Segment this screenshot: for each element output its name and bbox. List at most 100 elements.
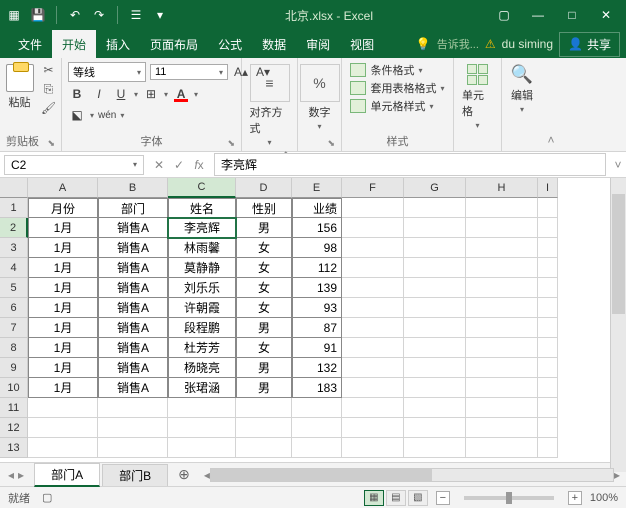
cell[interactable]: 132 [292, 358, 342, 378]
cell[interactable]: 女 [236, 238, 292, 258]
cell[interactable]: 销售A [98, 238, 168, 258]
cell[interactable]: 销售A [98, 318, 168, 338]
name-box[interactable]: C2▾ [4, 155, 144, 175]
cell[interactable] [466, 398, 538, 418]
cell[interactable]: 销售A [98, 358, 168, 378]
tab-insert[interactable]: 插入 [96, 30, 140, 58]
cell[interactable] [538, 278, 558, 298]
row-header[interactable]: 8 [0, 338, 28, 358]
cell[interactable] [466, 418, 538, 438]
tab-formula[interactable]: 公式 [208, 30, 252, 58]
cell[interactable] [236, 438, 292, 458]
cells-button[interactable]: 单元格 ▾ [460, 62, 495, 132]
cell[interactable]: 156 [292, 218, 342, 238]
cell[interactable]: 杜芳芳 [168, 338, 236, 358]
minimize-icon[interactable]: — [524, 3, 552, 27]
share-button[interactable]: 👤 共享 [559, 32, 620, 57]
cell[interactable] [28, 438, 98, 458]
clipboard-expand-icon[interactable]: ⬊ [47, 138, 55, 149]
edit-button[interactable]: 🔍 编辑 ▾ [509, 62, 535, 116]
cell[interactable] [342, 358, 404, 378]
cell[interactable] [404, 298, 466, 318]
cell[interactable] [466, 318, 538, 338]
cell[interactable]: 男 [236, 218, 292, 238]
row-header[interactable]: 12 [0, 418, 28, 438]
cell[interactable]: 98 [292, 238, 342, 258]
cell[interactable]: 销售A [98, 298, 168, 318]
conditional-format-button[interactable]: 条件格式▾ [350, 62, 444, 78]
cell[interactable]: 1月 [28, 278, 98, 298]
font-size-select[interactable]: 11▾ [150, 64, 228, 80]
cell[interactable] [28, 418, 98, 438]
row-header[interactable]: 1 [0, 198, 28, 218]
cell[interactable] [292, 398, 342, 418]
cell[interactable] [342, 338, 404, 358]
tab-file[interactable]: 文件 [8, 30, 52, 58]
view-normal-icon[interactable]: ▦ [364, 490, 384, 506]
cell[interactable]: 139 [292, 278, 342, 298]
cell[interactable]: 男 [236, 378, 292, 398]
cell[interactable]: 女 [236, 258, 292, 278]
tab-view[interactable]: 视图 [340, 30, 384, 58]
cell[interactable]: 销售A [98, 258, 168, 278]
cell[interactable] [404, 318, 466, 338]
font-expand-icon[interactable]: ⬊ [227, 138, 235, 149]
alignment-button[interactable]: ≡ 对齐方式 ▾ [248, 62, 292, 149]
zoom-in-button[interactable]: + [568, 491, 582, 505]
cell[interactable]: 1月 [28, 378, 98, 398]
cell[interactable] [404, 198, 466, 218]
row-header[interactable]: 13 [0, 438, 28, 458]
phonetic-button[interactable]: wén [98, 106, 116, 124]
cell[interactable]: 张珺涵 [168, 378, 236, 398]
number-button[interactable]: % 数字 ▾ [298, 62, 342, 133]
row-header[interactable]: 11 [0, 398, 28, 418]
cell[interactable]: 月份 [28, 198, 98, 218]
cut-icon[interactable]: ✂ [40, 62, 58, 78]
row-header[interactable]: 2 [0, 218, 28, 238]
cell[interactable]: 1月 [28, 358, 98, 378]
view-page-break-icon[interactable]: ▧ [408, 490, 428, 506]
cell[interactable]: 姓名 [168, 198, 236, 218]
cell[interactable] [404, 338, 466, 358]
bold-button[interactable]: B [68, 85, 86, 103]
fill-color-button[interactable]: ⬕ [68, 106, 86, 124]
underline-button[interactable]: U [112, 85, 130, 103]
cell[interactable]: 183 [292, 378, 342, 398]
cell[interactable] [538, 438, 558, 458]
cell[interactable] [342, 238, 404, 258]
row-header[interactable]: 4 [0, 258, 28, 278]
format-painter-icon[interactable]: 🖌 [40, 100, 58, 116]
cell[interactable]: 女 [236, 338, 292, 358]
copy-icon[interactable]: ⎘ [40, 81, 58, 97]
paste-button[interactable]: 粘贴 [4, 62, 36, 112]
cell[interactable] [538, 338, 558, 358]
cell[interactable] [342, 298, 404, 318]
cell[interactable] [538, 238, 558, 258]
collapse-ribbon-icon[interactable]: ˄ [547, 133, 554, 147]
row-header[interactable]: 9 [0, 358, 28, 378]
undo-icon[interactable]: ↶ [67, 7, 83, 23]
tab-home[interactable]: 开始 [52, 30, 96, 58]
cell[interactable]: 1月 [28, 298, 98, 318]
accept-formula-icon[interactable]: ✓ [170, 156, 188, 174]
cell[interactable]: 91 [292, 338, 342, 358]
cell[interactable]: 销售A [98, 338, 168, 358]
cell[interactable] [342, 438, 404, 458]
cancel-formula-icon[interactable]: ✕ [150, 156, 168, 174]
cell[interactable]: 93 [292, 298, 342, 318]
add-sheet-icon[interactable]: ⊕ [170, 466, 198, 483]
row-header[interactable]: 5 [0, 278, 28, 298]
cell[interactable]: 112 [292, 258, 342, 278]
cell[interactable] [98, 398, 168, 418]
cell[interactable] [236, 418, 292, 438]
cell[interactable] [466, 338, 538, 358]
cell[interactable]: 女 [236, 278, 292, 298]
cell[interactable]: 男 [236, 318, 292, 338]
italic-button[interactable]: I [90, 85, 108, 103]
cell[interactable]: 刘乐乐 [168, 278, 236, 298]
sheet-tab-a[interactable]: 部门A [34, 463, 100, 487]
cell[interactable] [342, 278, 404, 298]
cell-style-button[interactable]: 单元格样式▾ [350, 98, 444, 114]
qat-more-icon[interactable]: ▾ [152, 7, 168, 23]
cell[interactable] [342, 258, 404, 278]
